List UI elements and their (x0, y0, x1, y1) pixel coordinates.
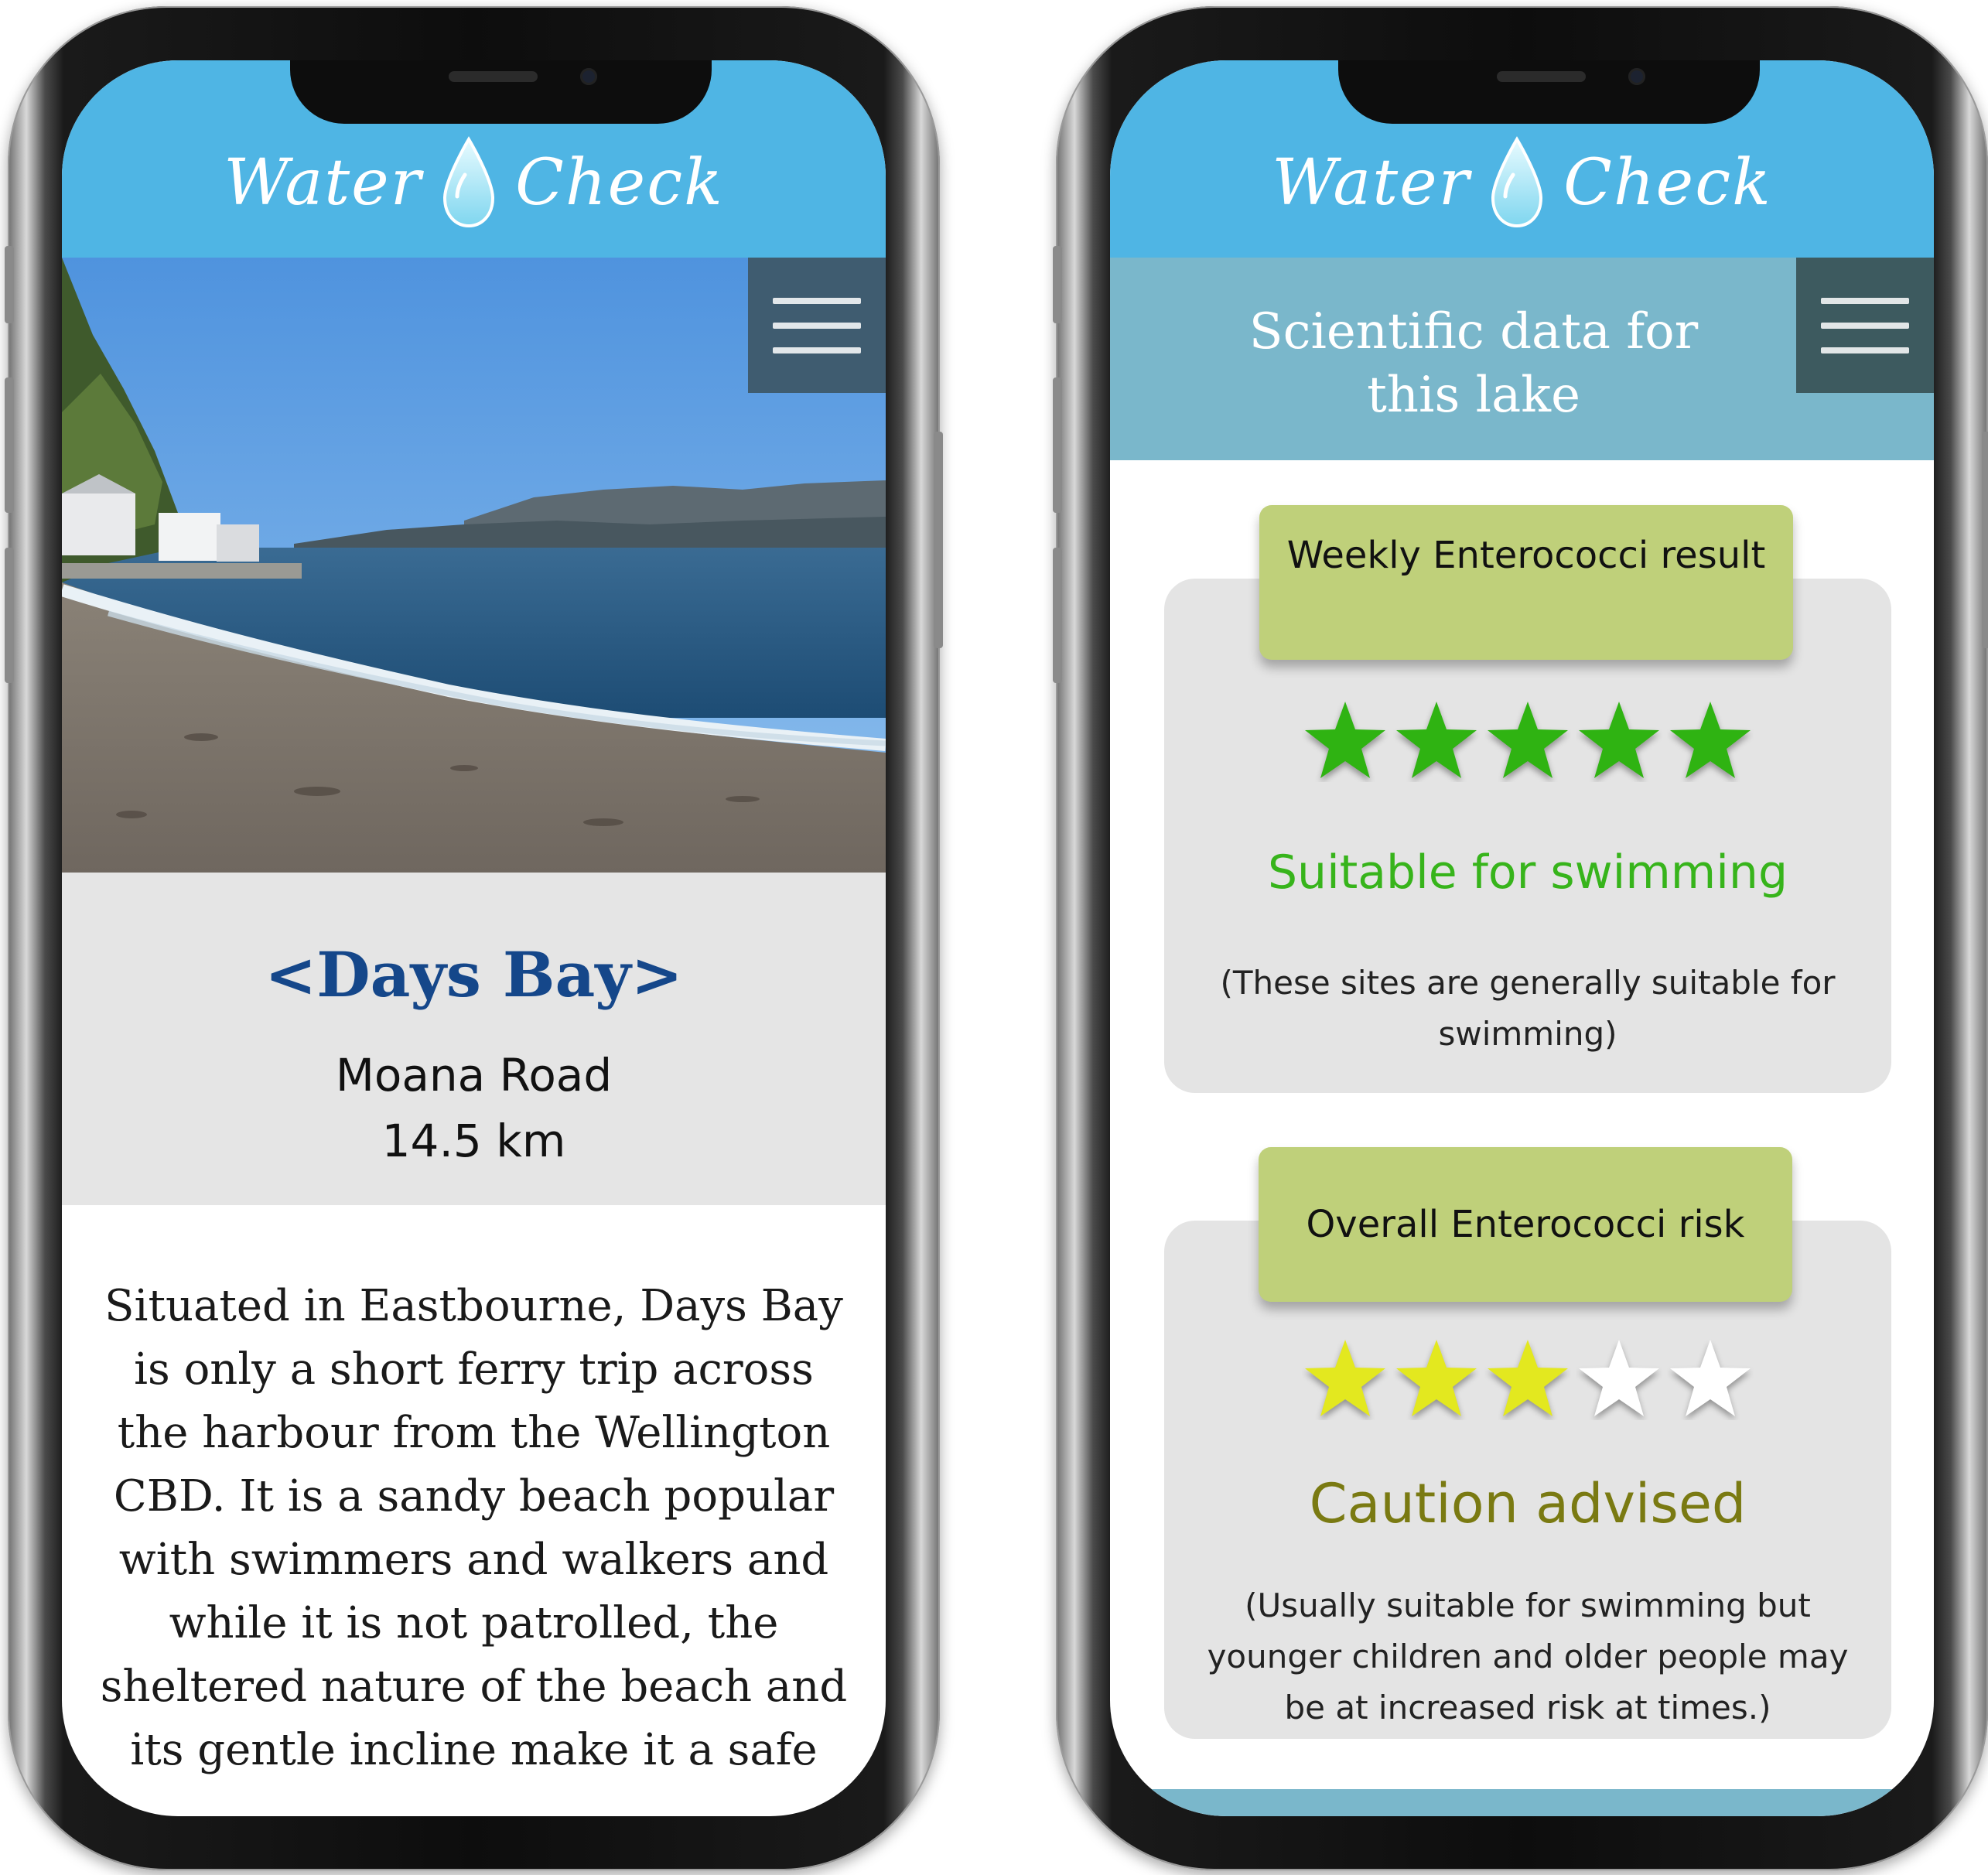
place-road: Moana Road (335, 1049, 613, 1101)
footer-bar (1110, 1789, 1934, 1816)
logo-word-check: Check (1563, 145, 1772, 220)
weekly-result-card: Weekly Enterococci result Suitable for s… (1164, 505, 1891, 1093)
overall-verdict: Caution advised (1309, 1472, 1747, 1535)
overall-risk-card: Overall Enterococci risk Caution advised… (1164, 1147, 1891, 1739)
hamburger-icon (773, 298, 861, 304)
weekly-verdict: Suitable for swimming (1267, 845, 1788, 900)
star-icon (1305, 1340, 1385, 1416)
hamburger-menu-button[interactable] (748, 258, 886, 393)
screen-place-details: Water Check <Days Bay> Moana Road 14.5 k… (62, 60, 886, 1816)
silent-switch (5, 246, 14, 323)
phone-frame-left: Water Check <Days Bay> Moana Road 14.5 k… (5, 6, 943, 1870)
hamburger-line-3 (1821, 347, 1909, 353)
hamburger-icon (1821, 298, 1909, 304)
notch (1338, 60, 1760, 124)
power-button (934, 432, 943, 648)
speaker-grille (449, 71, 538, 82)
star-icon (1579, 702, 1659, 778)
speaker-grille (1497, 71, 1586, 82)
front-camera (1628, 68, 1645, 85)
logo-word-water: Water (224, 145, 422, 220)
place-description: Situated in Eastbourne, Days Bay is only… (100, 1281, 848, 1775)
screen-scientific-data: Water Check Scientific data for this lak… (1110, 60, 1934, 1816)
star-icon (1670, 702, 1751, 778)
front-camera (580, 68, 597, 85)
volume-down-button (5, 548, 14, 683)
star-icon (1488, 702, 1568, 778)
hamburger-line-3 (773, 347, 861, 353)
section-title: Scientific data for this lake (1248, 303, 1699, 424)
logo-word-water: Water (1272, 145, 1471, 220)
volume-up-button (1053, 377, 1062, 513)
hamburger-line-2 (1821, 323, 1909, 329)
water-drop-icon (1491, 136, 1543, 228)
weekly-rating-stars (1164, 698, 1891, 785)
hamburger-menu-button[interactable] (1796, 258, 1934, 393)
phone-frame-right: Water Check Scientific data for this lak… (1053, 6, 1988, 1870)
place-title: <Days Bay> (265, 938, 683, 1011)
star-icon (1396, 1340, 1477, 1416)
place-summary-card: <Days Bay> Moana Road 14.5 km (62, 873, 886, 1205)
star-icon (1305, 702, 1385, 778)
volume-up-button (5, 377, 14, 513)
power-button (1982, 432, 1988, 648)
water-drop-icon (443, 136, 495, 228)
hamburger-line-2 (773, 323, 861, 329)
app-logo[interactable]: Water Check (62, 136, 886, 237)
weekly-note: (These sites are generally suitable for … (1220, 964, 1836, 1053)
logo-word-check: Check (515, 145, 724, 220)
star-icon (1670, 1340, 1751, 1416)
place-distance: 14.5 km (381, 1115, 566, 1167)
weekly-result-label: Weekly Enterococci result (1259, 505, 1793, 660)
star-icon (1488, 1340, 1568, 1416)
overall-rating-stars (1164, 1337, 1891, 1423)
silent-switch (1053, 246, 1062, 323)
notch (290, 60, 712, 124)
overall-note: (Usually suitable for swimming but young… (1207, 1586, 1849, 1726)
star-icon (1579, 1340, 1659, 1416)
star-icon (1396, 702, 1477, 778)
app-logo[interactable]: Water Check (1110, 136, 1934, 237)
overall-risk-label: Overall Enterococci risk (1259, 1147, 1792, 1302)
volume-down-button (1053, 548, 1062, 683)
